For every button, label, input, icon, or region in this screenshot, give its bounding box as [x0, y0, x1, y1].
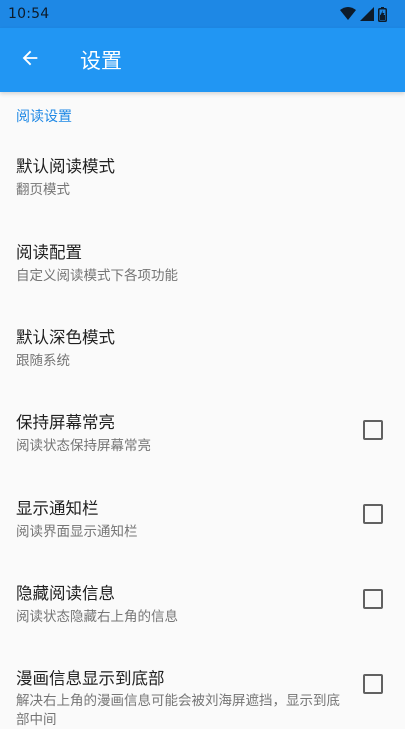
pref-show-notification-bar[interactable]: 显示通知栏 阅读界面显示通知栏 — [0, 478, 405, 563]
pref-summary: 翻页模式 — [16, 182, 70, 198]
hide-reading-info-checkbox[interactable] — [363, 589, 383, 609]
pref-title: 漫画信息显示到底部 — [16, 669, 165, 688]
back-button[interactable] — [2, 32, 58, 88]
settings-list[interactable]: 阅读设置 默认阅读模式 翻页模式 阅读配置 自定义阅读模式下各项功能 默认深色模… — [0, 92, 405, 729]
pref-summary: 阅读状态隐藏右上角的信息 — [16, 609, 178, 625]
pref-title: 保持屏幕常亮 — [16, 413, 115, 432]
pref-summary: 跟随系统 — [16, 353, 70, 369]
battery-icon — [378, 6, 387, 22]
app-bar: 设置 — [0, 28, 405, 92]
pref-summary: 阅读状态保持屏幕常亮 — [16, 438, 151, 454]
page-title: 设置 — [80, 49, 122, 73]
pref-title: 默认深色模式 — [16, 328, 115, 347]
pref-summary: 解决右上角的漫画信息可能会被刘海屏遮挡，显示到底部中间 — [16, 693, 340, 728]
pref-keep-screen-on[interactable]: 保持屏幕常亮 阅读状态保持屏幕常亮 — [0, 392, 405, 478]
arrow-left-icon — [19, 47, 41, 73]
signal-icon — [360, 7, 374, 21]
pref-title: 阅读配置 — [16, 243, 82, 262]
status-time: 10:54 — [8, 6, 50, 22]
wifi-icon — [340, 7, 356, 21]
pref-reading-config[interactable]: 阅读配置 自定义阅读模式下各项功能 — [0, 222, 405, 307]
comic-info-bottom-checkbox[interactable] — [363, 674, 383, 694]
pref-title: 隐藏阅读信息 — [16, 584, 115, 603]
pref-default-dark-mode[interactable]: 默认深色模式 跟随系统 — [0, 307, 405, 392]
show-notification-bar-checkbox[interactable] — [363, 504, 383, 524]
pref-title: 显示通知栏 — [16, 499, 99, 518]
pref-summary: 阅读界面显示通知栏 — [16, 524, 138, 540]
pref-summary: 自定义阅读模式下各项功能 — [16, 268, 178, 284]
keep-screen-on-checkbox[interactable] — [363, 420, 383, 440]
section-header-reading: 阅读设置 — [16, 109, 72, 125]
status-icons — [340, 6, 387, 22]
pref-comic-info-bottom[interactable]: 漫画信息显示到底部 解决右上角的漫画信息可能会被刘海屏遮挡，显示到底部中间 — [0, 648, 405, 729]
pref-title: 默认阅读模式 — [16, 157, 115, 176]
pref-default-reading-mode[interactable]: 默认阅读模式 翻页模式 — [0, 136, 405, 222]
pref-hide-reading-info[interactable]: 隐藏阅读信息 阅读状态隐藏右上角的信息 — [0, 563, 405, 648]
status-bar: 10:54 — [0, 0, 405, 28]
